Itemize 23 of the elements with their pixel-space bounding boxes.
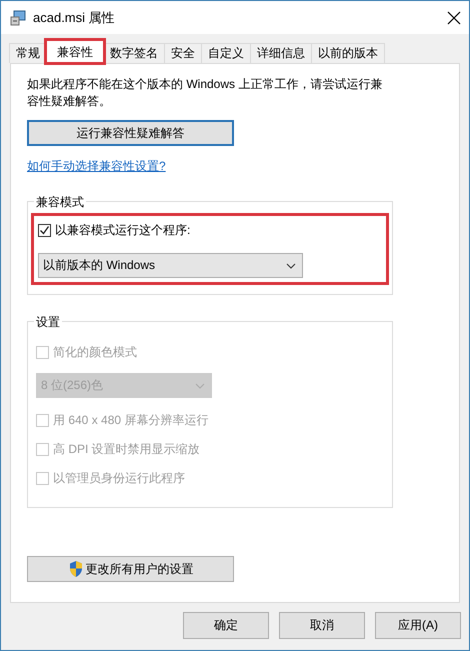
window-title: acad.msi 属性 (33, 8, 116, 26)
dialog-button[interactable]: 应用(A) (375, 612, 461, 639)
chevron-icon (286, 262, 296, 268)
tab[interactable]: 常规 (9, 43, 47, 63)
dialog-button[interactable]: 取消 (279, 612, 365, 639)
checkbox-label: 以管理员身份运行此程序 (53, 470, 185, 487)
description-text: 如果此程序不能在这个版本的 Windows 上正常工作，请尝试运行兼容性疑难解答。 (27, 76, 384, 110)
checkbox-label: 用 640 x 480 屏幕分辨率运行 (53, 412, 208, 429)
checkbox[interactable] (38, 224, 51, 236)
all-users-button[interactable]: 更改所有用户的设置 (27, 556, 234, 582)
troubleshoot-button[interactable]: 运行兼容性疑难解答 (27, 120, 234, 146)
tab[interactable]: 兼容性 (46, 40, 104, 63)
checkbox-label: 以兼容模式运行这个程序: (55, 222, 190, 238)
dropdown[interactable]: 以前版本的 Windows (38, 253, 303, 278)
tab[interactable]: 以前的版本 (311, 43, 385, 63)
shield-icon (68, 560, 84, 578)
close-icon[interactable] (447, 10, 461, 24)
help-link[interactable]: 如何手动选择兼容性设置? (27, 158, 166, 175)
chevron-icon (195, 382, 205, 388)
installer-icon (9, 8, 27, 26)
dialog-button[interactable]: 确定 (183, 612, 269, 639)
checkbox-label: 简化的颜色模式 (53, 344, 137, 361)
checkbox-label: 高 DPI 设置时禁用显示缩放 (53, 441, 200, 458)
